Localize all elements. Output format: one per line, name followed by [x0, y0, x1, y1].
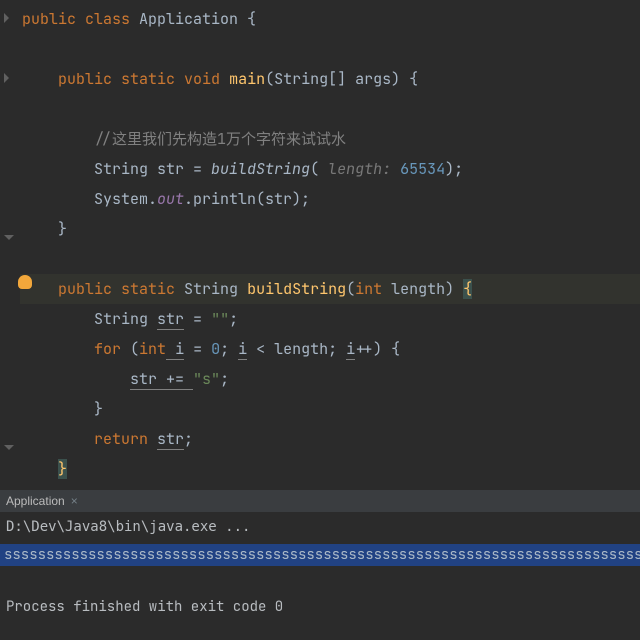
console-output-selected[interactable]: ssssssssssssssssssssssssssssssssssssssss… — [0, 544, 640, 566]
code-editor[interactable]: public class Application { public static… — [0, 0, 640, 484]
code-line — [0, 94, 640, 124]
fold-marker — [4, 73, 9, 83]
code-line: public static void main(String[] args) { — [0, 64, 640, 94]
code-line: } — [0, 454, 640, 484]
code-line: return str; — [0, 424, 640, 454]
close-tab-icon[interactable]: × — [71, 490, 78, 512]
code-line: String str = buildString( length: 65534)… — [0, 154, 640, 184]
code-line: str += "s"; — [0, 364, 640, 394]
fold-end-marker — [4, 235, 14, 240]
code-line-highlighted: public static String buildString(int len… — [0, 274, 640, 304]
console-process-status: Process finished with exit code 0 — [0, 596, 640, 618]
code-line: for (int i = 0; i < length; i++) { — [0, 334, 640, 364]
code-line: //这里我们先构造1万个字符来试试水 — [0, 124, 640, 154]
console-exec-line: D:\Dev\Java8\bin\java.exe ... — [0, 512, 640, 542]
console-tab[interactable]: Application — [6, 490, 65, 512]
code-line: } — [0, 214, 640, 244]
fold-marker — [4, 13, 9, 23]
intention-bulb-icon[interactable] — [18, 275, 32, 289]
gutter — [0, 0, 20, 484]
code-line: String str = ""; — [0, 304, 640, 334]
code-line: } — [0, 394, 640, 424]
code-line — [0, 244, 640, 274]
console-tabs: Application × — [0, 490, 640, 512]
fold-end-marker — [4, 445, 14, 450]
code-line — [0, 34, 640, 64]
code-line: public class Application { — [0, 4, 640, 34]
run-console: Application × D:\Dev\Java8\bin\java.exe … — [0, 490, 640, 618]
code-line: System.out.println(str); — [0, 184, 640, 214]
